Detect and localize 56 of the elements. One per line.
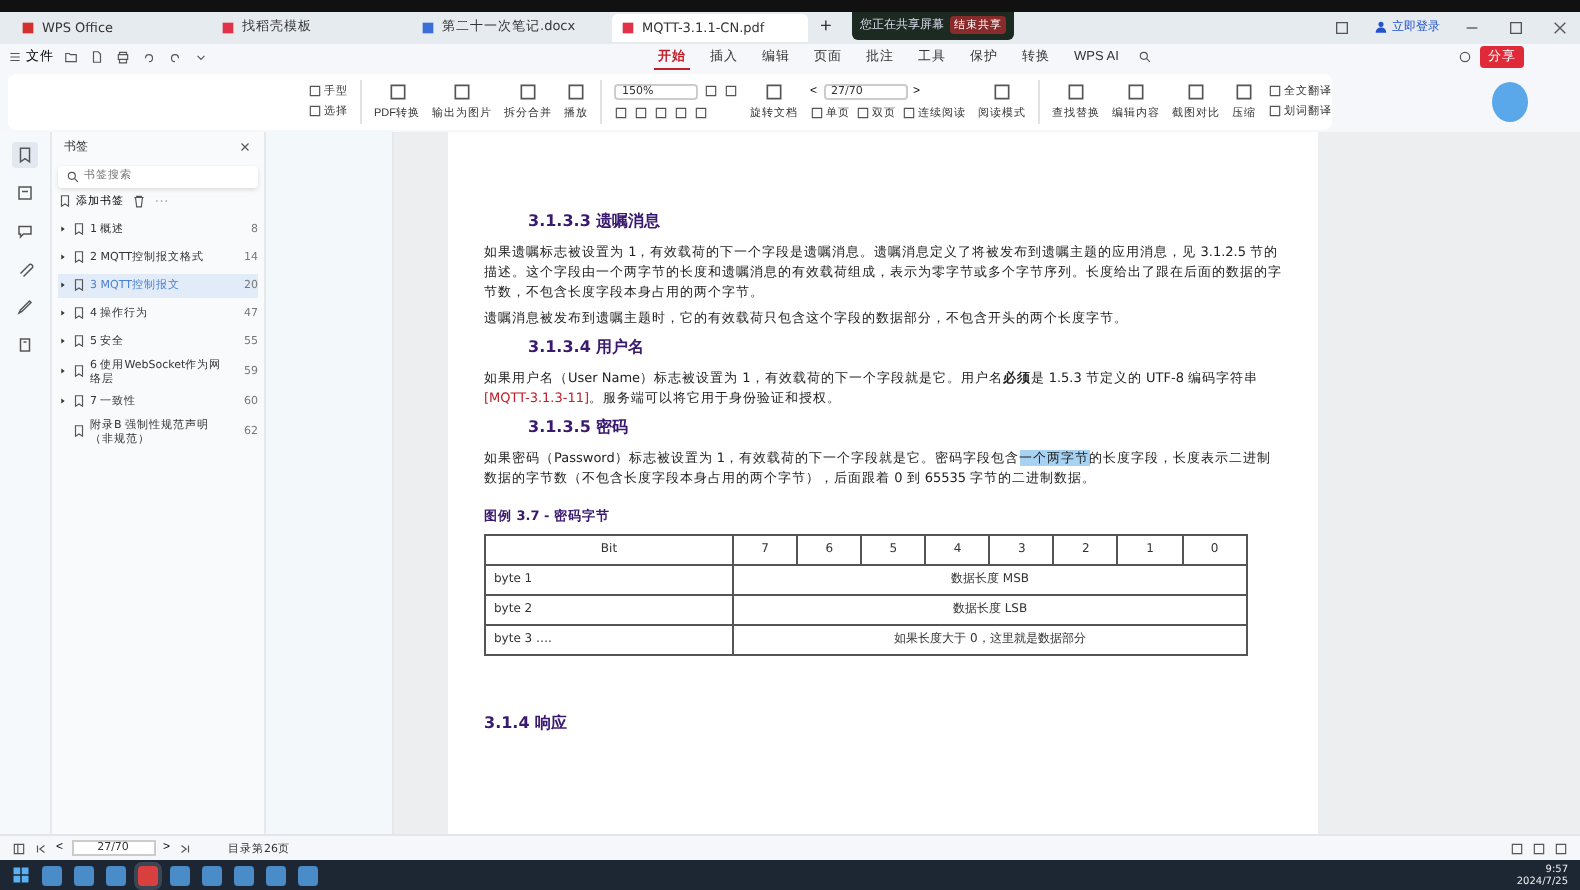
tool-icon xyxy=(902,105,916,120)
search-icon xyxy=(66,169,80,184)
trash-icon[interactable] xyxy=(132,193,146,208)
section-heading: 3.1.3.4 用户名 xyxy=(528,335,647,358)
file-icon xyxy=(620,19,636,36)
maximize-icon[interactable] xyxy=(1508,19,1524,36)
tool-icon xyxy=(856,105,870,120)
search-icon[interactable] xyxy=(1138,50,1153,65)
tool-icon xyxy=(518,82,538,103)
print-icon[interactable] xyxy=(116,50,130,65)
section-heading: 3.1.3.3 遗嘱消息 xyxy=(528,209,663,232)
user-icon xyxy=(1374,20,1388,35)
section-heading: 3.1.3.5 密码 xyxy=(528,415,631,438)
tool-icon xyxy=(1066,82,1086,103)
tool-icon xyxy=(1186,82,1206,103)
open-icon[interactable] xyxy=(64,50,78,65)
expand-icon[interactable] xyxy=(58,366,68,377)
tool-icon xyxy=(566,82,586,103)
file-icon xyxy=(220,19,236,36)
taskbar-app-icon[interactable] xyxy=(74,865,94,886)
bookmark-icon[interactable] xyxy=(12,141,38,168)
last-page-icon[interactable] xyxy=(178,841,193,856)
first-page-icon[interactable] xyxy=(34,841,48,856)
save-icon[interactable] xyxy=(90,50,104,65)
file-icon xyxy=(20,19,36,36)
taskbar-app-icon[interactable] xyxy=(106,865,126,886)
expand-icon[interactable] xyxy=(58,396,68,407)
close-icon[interactable] xyxy=(1552,19,1568,36)
taskbar-app-icon[interactable] xyxy=(42,865,62,886)
caret-icon[interactable] xyxy=(194,50,208,65)
new-tab-button[interactable]: + xyxy=(812,16,840,39)
close-icon[interactable] xyxy=(238,140,252,155)
tool-icon xyxy=(992,82,1012,103)
redo-icon[interactable] xyxy=(168,50,182,65)
tool-icon xyxy=(452,82,472,103)
taskbar-app-icon[interactable] xyxy=(266,865,286,886)
tool-icon xyxy=(1126,82,1146,103)
expand-icon[interactable] xyxy=(58,336,68,347)
section-heading: 3.1.4 响应 xyxy=(484,711,570,734)
tool-icon xyxy=(810,105,824,120)
menu-icon xyxy=(8,50,22,65)
taskbar-app-icon[interactable] xyxy=(202,865,222,886)
expand-icon[interactable] xyxy=(58,252,68,263)
file-icon xyxy=(420,19,436,36)
tool-icon xyxy=(764,82,784,103)
tool-icon xyxy=(387,82,407,103)
undo-icon[interactable] xyxy=(142,50,156,65)
sidebar-icon[interactable] xyxy=(12,841,26,856)
taskbar-app-icon[interactable] xyxy=(234,865,254,886)
expand-icon[interactable] xyxy=(58,308,68,319)
start-icon[interactable] xyxy=(12,866,30,885)
expand-icon[interactable] xyxy=(58,224,68,235)
expand-icon[interactable] xyxy=(58,280,68,291)
taskbar-app-icon[interactable] xyxy=(170,865,190,886)
tool-icon xyxy=(1234,82,1254,103)
taskbar-app-icon[interactable] xyxy=(298,865,318,886)
